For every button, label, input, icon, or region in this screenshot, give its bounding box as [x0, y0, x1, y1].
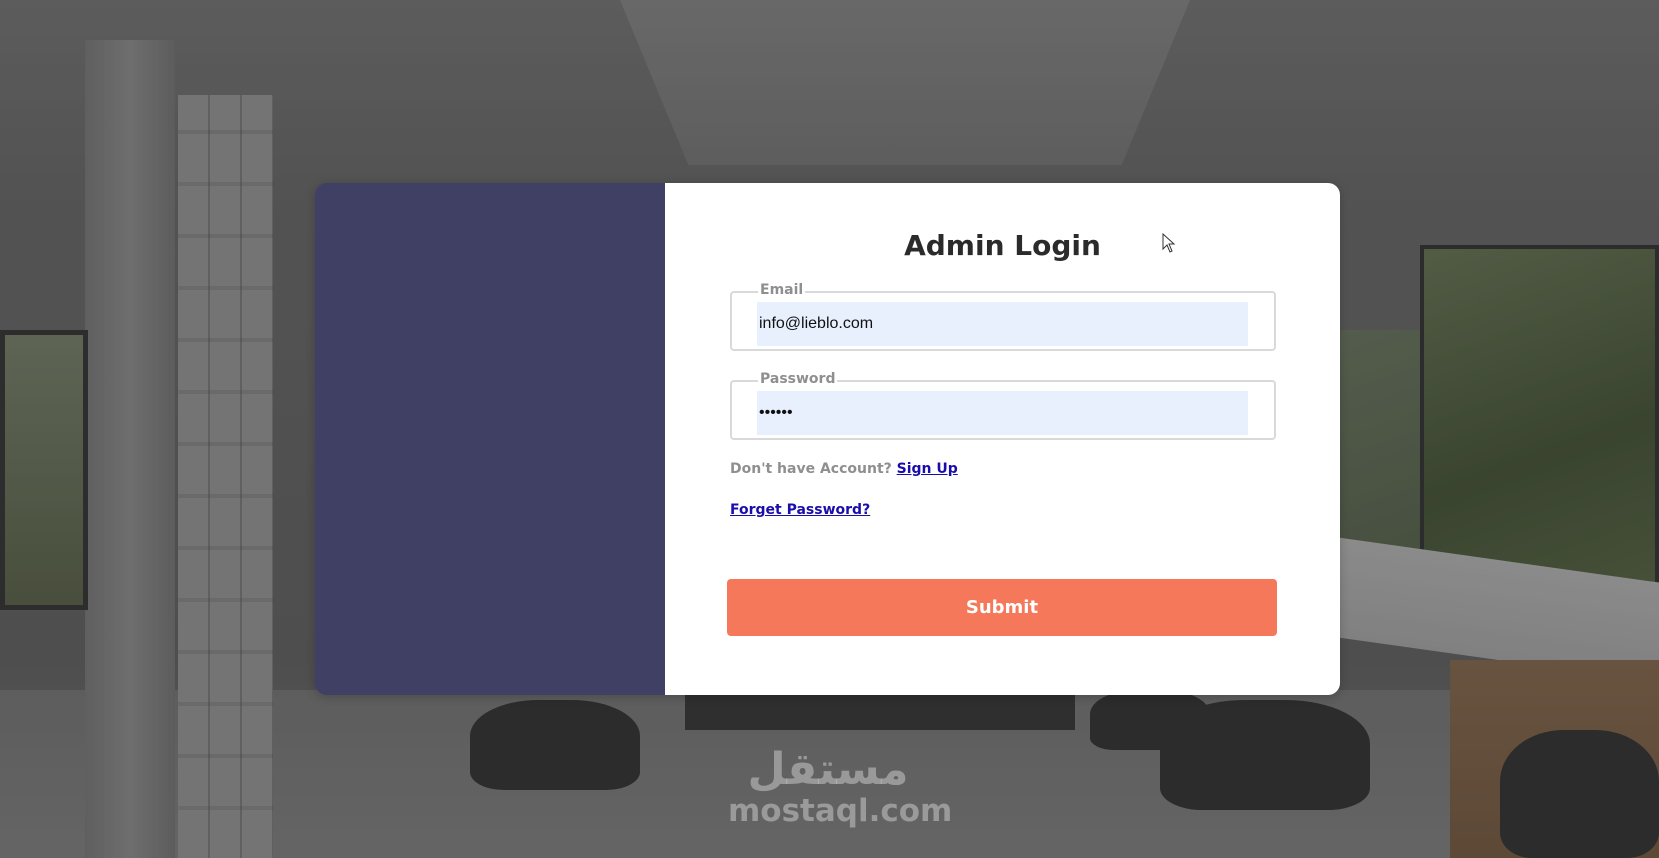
mouse-pointer-icon [1162, 233, 1176, 253]
signup-link[interactable]: Sign Up [897, 461, 958, 477]
watermark-latin: mostaql.com [728, 793, 953, 829]
submit-button[interactable]: Submit [727, 579, 1277, 636]
side-panel [315, 183, 665, 695]
signup-prompt-text: Don't have Account? [730, 461, 892, 477]
email-label: Email [758, 282, 806, 298]
password-field[interactable]: •••••• [757, 391, 1248, 435]
watermark: مستقل mostaql.com [728, 744, 953, 829]
watermark-arabic: مستقل [747, 744, 909, 795]
login-form: Admin Login Email info@lieblo.com Passwo… [665, 183, 1340, 695]
password-label: Password [758, 371, 838, 387]
forgot-password-link[interactable]: Forget Password? [730, 502, 870, 518]
signup-prompt: Don't have Account? Sign Up [730, 461, 958, 477]
email-field[interactable]: info@lieblo.com [757, 302, 1248, 346]
email-fieldset: Email info@lieblo.com [730, 282, 1276, 351]
password-fieldset: Password •••••• [730, 371, 1276, 440]
login-card: Admin Login Email info@lieblo.com Passwo… [315, 183, 1340, 695]
page-title: Admin Login [904, 229, 1101, 262]
